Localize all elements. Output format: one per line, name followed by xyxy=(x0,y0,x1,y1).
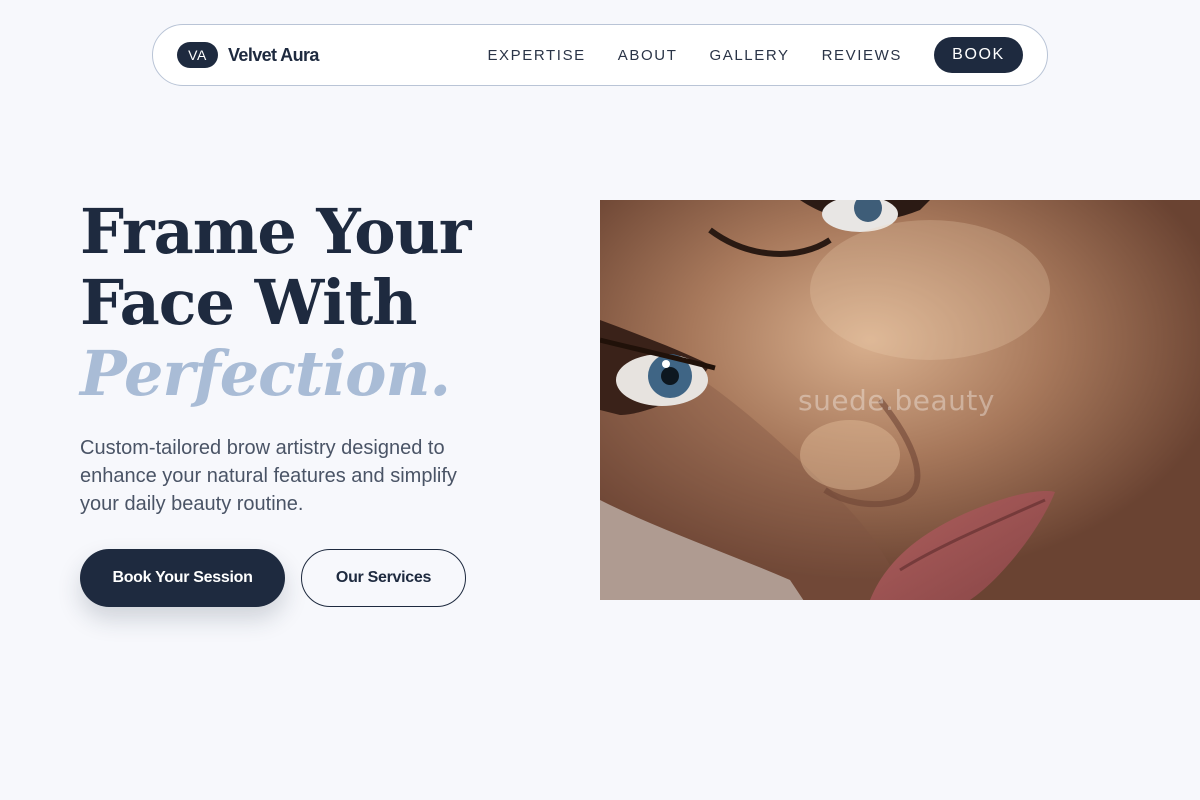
nav-link-gallery[interactable]: GALLERY xyxy=(709,47,789,64)
nav-book-button[interactable]: BOOK xyxy=(934,37,1023,73)
nav-link-about[interactable]: ABOUT xyxy=(618,47,678,64)
nav-link-expertise[interactable]: EXPERTISE xyxy=(487,47,585,64)
hero-title-line-1: Frame Your xyxy=(80,195,471,268)
hero-title-line-2: Face With xyxy=(80,266,417,339)
image-watermark: suede.beauty xyxy=(798,384,995,417)
our-services-button[interactable]: Our Services xyxy=(301,549,466,607)
brand-name[interactable]: Velvet Aura xyxy=(228,45,319,66)
hero-title: Frame Your Face With Perfection. xyxy=(80,195,471,410)
nav-links: EXPERTISE ABOUT GALLERY REVIEWS BOOK xyxy=(487,37,1023,73)
nav-link-reviews[interactable]: REVIEWS xyxy=(822,47,902,64)
book-session-button[interactable]: Book Your Session xyxy=(80,549,285,607)
logo-badge[interactable]: VA xyxy=(177,42,218,68)
top-nav: VA Velvet Aura EXPERTISE ABOUT GALLERY R… xyxy=(152,24,1048,86)
hero-image: suede.beauty xyxy=(600,200,1200,600)
hero-description: Custom-tailored brow artistry designed t… xyxy=(80,437,457,515)
hero-title-accent: Perfection. xyxy=(80,337,451,410)
